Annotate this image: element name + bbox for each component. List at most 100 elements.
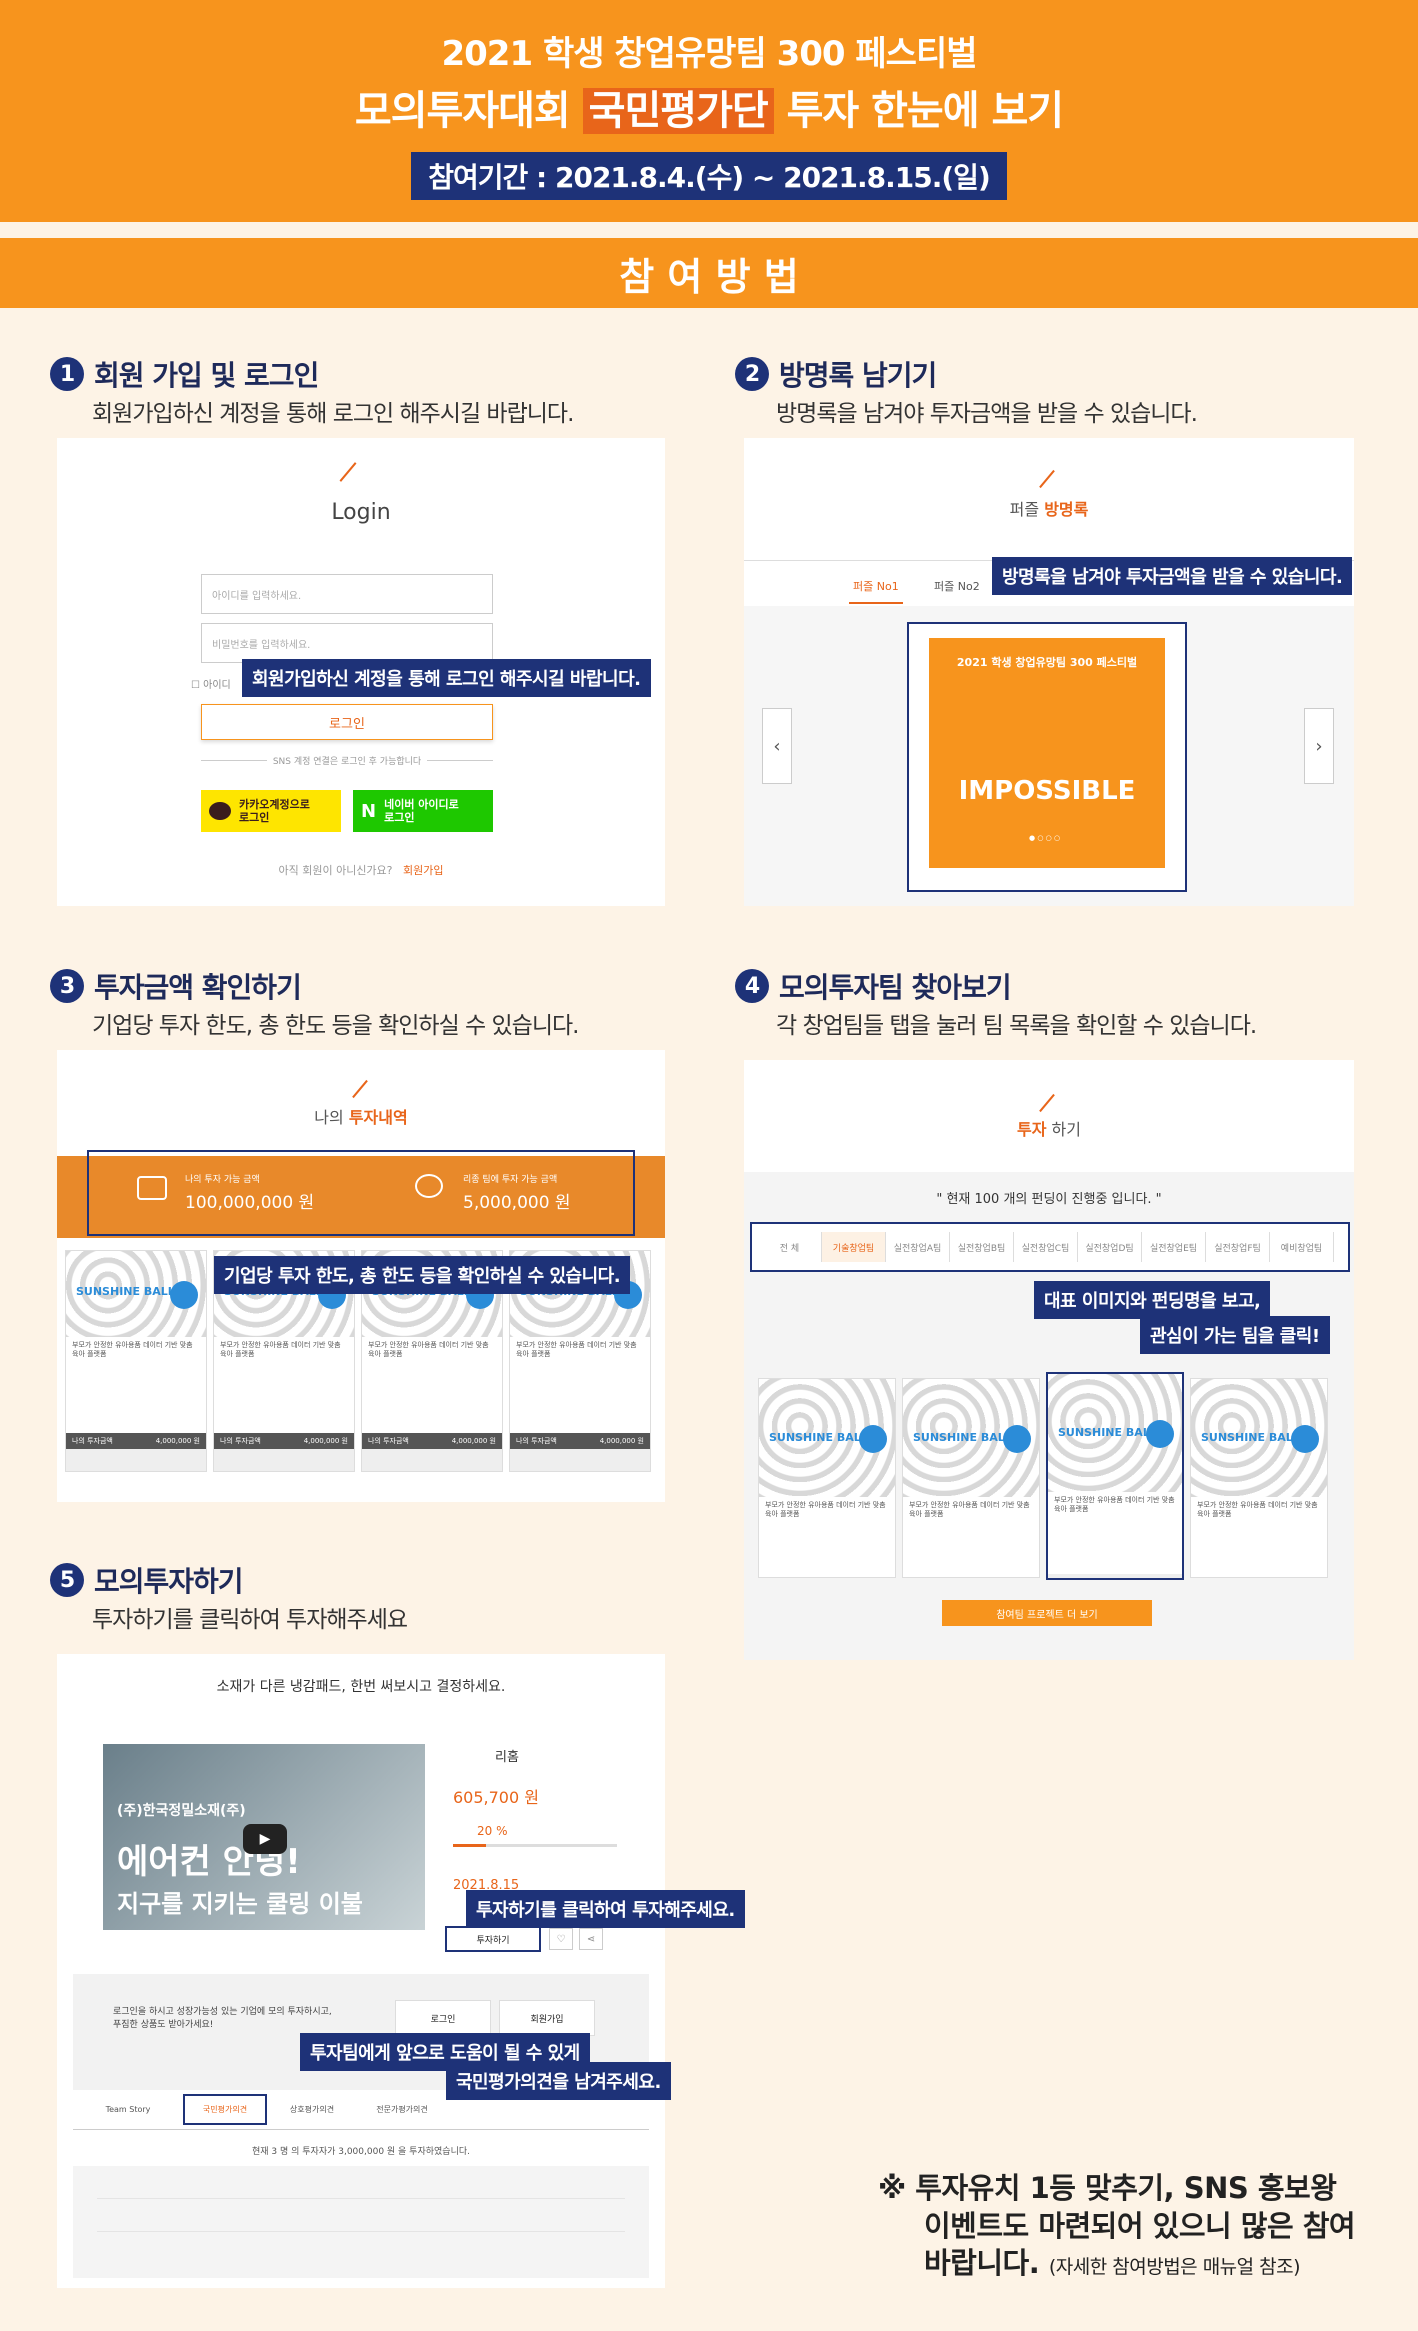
my-invest-label: 나의 투자금액 [72, 1437, 113, 1445]
find-team-title: 투자 하기 [744, 1116, 1354, 1140]
step2-number: 2 [735, 357, 769, 391]
guestbook-title-hl: 방명록 [1044, 500, 1089, 519]
my-invest-label: 나의 투자금액 [220, 1437, 261, 1445]
team-card[interactable]: SUNSHINE BALL 부모가 안정한 유아용품 데이터 기반 맞춤 육아 플… [1046, 1372, 1184, 1580]
team-tab[interactable]: 실전창업F팀 [1206, 1232, 1270, 1262]
step4-callout2: 관심이 가는 팀을 클릭! [1140, 1316, 1330, 1354]
heart-icon[interactable]: ♡ [549, 1928, 573, 1950]
team-tab[interactable]: 실전창업E팀 [1142, 1232, 1206, 1262]
product-image: SUNSHINE BALL [759, 1379, 895, 1497]
team-tab[interactable]: 실전창업B팀 [950, 1232, 1014, 1262]
comment-row [97, 2166, 625, 2199]
invest-button[interactable]: 투자하기 [445, 1926, 541, 1952]
login-small-button[interactable]: 로그인 [395, 2000, 491, 2036]
brand-label: SUNSHINE BALL [1201, 1431, 1300, 1444]
team-tab[interactable]: 기술창업팀 [822, 1232, 886, 1262]
step5-desc: 투자하기를 클릭하여 투자해주세요 [92, 1607, 408, 1633]
team-tab[interactable]: 실전창업C팀 [1014, 1232, 1078, 1262]
naver-label: 네이버 아이디로 로그인 [384, 797, 459, 824]
header-line2-pre: 모의투자대회 [354, 88, 571, 134]
ball-icon [1146, 1420, 1174, 1448]
amount-highlight: 나의 투자 가능 금액 100,000,000 원 리종 팀에 투자 가능 금액… [87, 1150, 635, 1236]
team-card[interactable]: SUNSHINE BALL 부모가 안정한 유아용품 데이터 기반 맞춤 육아 플… [758, 1378, 896, 1578]
step5-title: 모의투자하기 [94, 1565, 244, 1598]
card-text: 부모가 안정한 유아용품 데이터 기반 맞춤 육아 플랫폼 [66, 1337, 206, 1433]
ball-icon [1003, 1425, 1031, 1453]
funding-rate: 20 % [477, 1824, 508, 1838]
method-title: 참 여 방 법 [619, 254, 799, 299]
avail-value: 100,000,000 원 [185, 1193, 315, 1213]
step3-desc: 기업당 투자 한도, 총 한도 등을 확인하실 수 있습니다. [92, 1013, 579, 1039]
kakao-login-button[interactable]: 카카오계정으로 로그인 [201, 790, 341, 832]
card-text: 부모가 안정한 유아용품 데이터 기반 맞춤 육아 플랫폼 [362, 1337, 502, 1433]
step4-title: 모의투자팀 찾아보기 [779, 971, 1012, 1004]
ball-icon [170, 1281, 198, 1309]
my-invest-value: 4,000,000 원 [599, 1437, 644, 1445]
signup-small-button[interactable]: 회원가입 [499, 2000, 595, 2036]
my-invest-bar: 나의 투자금액 4,000,000 원 [66, 1433, 206, 1449]
team-tab[interactable]: 실전창업D팀 [1078, 1232, 1142, 1262]
save-id-checkbox[interactable]: ☐ 아이디 [191, 676, 231, 691]
team-card[interactable]: SUNSHINE BALL 부모가 안정한 유아용품 데이터 기반 맞춤 육아 플… [1190, 1378, 1328, 1578]
team-tab[interactable]: 실전창업A팀 [886, 1232, 950, 1262]
login-button[interactable]: 로그인 [201, 704, 493, 740]
video-company: (주)한국정밀소재(주) [117, 1803, 246, 1819]
history-card[interactable]: SUNSHINE BALL 부모가 안정한 유아용품 데이터 기반 맞춤 육아 플… [65, 1250, 207, 1472]
step4-desc: 각 창업팀들 탭을 눌러 팀 목록을 확인할 수 있습니다. [776, 1013, 1257, 1039]
prev-arrow-button[interactable]: ‹ [762, 708, 792, 784]
card-text: 부모가 안정한 유아용품 데이터 기반 맞춤 육아 플랫폼 [1191, 1497, 1327, 1577]
poster-frame[interactable]: 2021 학생 창업유망팀 300 페스티벌 IMPOSSIBLE ● ○ ○ … [907, 622, 1187, 892]
login-note: 로그인을 하시고 성장가능성 있는 기업에 모의 투자하시고, 푸짐한 상품도 … [113, 2007, 332, 2030]
invest-history-title: 나의 투자내역 [57, 1104, 665, 1128]
not-member-text: 아직 회원이 아니신가요? [278, 864, 393, 877]
play-icon[interactable]: ▶ [243, 1824, 287, 1854]
my-invest-value: 4,000,000 원 [303, 1437, 348, 1445]
next-arrow-button[interactable]: › [1304, 708, 1334, 784]
find-team-panel: 투자 하기 " 현재 100 개의 펀딩이 진행중 입니다. " 전 체 기술창업… [744, 1060, 1354, 1660]
kakao-icon [209, 802, 231, 820]
invest-history-title-hl: 투자내역 [348, 1108, 408, 1127]
comment-row [97, 2232, 625, 2265]
team-card[interactable]: SUNSHINE BALL 부모가 안정한 유아용품 데이터 기반 맞춤 육아 플… [902, 1378, 1040, 1578]
header-banner: 2021 학생 창업유망팀 300 페스티벌 모의투자대회 국민평가단 투자 한… [0, 0, 1418, 222]
tab-team-story[interactable]: Team Story [73, 2105, 183, 2114]
team-tab[interactable]: 예비창업팀 [1270, 1232, 1334, 1262]
invest-history-title-pre: 나의 [314, 1108, 344, 1127]
more-projects-button[interactable]: 참여팀 프로젝트 더 보기 [942, 1600, 1152, 1626]
invest-panel: 소재가 다른 냉감패드, 한번 써보시고 결정하세요. (주)한국정밀소재(주)… [57, 1654, 665, 2288]
step2-callout: 방명록을 남겨야 투자금액을 받을 수 있습니다. [992, 557, 1353, 595]
participation-period: 참여기간 : 2021.8.4.(수) ~ 2021.8.15.(일) [411, 152, 1007, 200]
tab-public-opinion[interactable]: 국민평가의견 [183, 2094, 267, 2125]
step5-heading: 5 모의투자하기 [50, 1560, 244, 1600]
my-invest-label: 나의 투자금액 [516, 1437, 557, 1445]
tab-expert-opinion[interactable]: 전문가평가의견 [357, 2104, 447, 2115]
brand-label: SUNSHINE BALL [1058, 1426, 1157, 1439]
header-highlight: 국민평가단 [582, 88, 774, 134]
brand-label: SUNSHINE BALL [769, 1431, 868, 1444]
card-text: 부모가 안정한 유아용품 데이터 기반 맞춤 육아 플랫폼 [1048, 1492, 1182, 1574]
id-input[interactable]: 아이디를 입력하세요. [201, 574, 493, 614]
poster-image: 2021 학생 창업유망팀 300 페스티벌 IMPOSSIBLE ● ○ ○ … [929, 638, 1165, 868]
share-icon[interactable]: ⋖ [579, 1928, 603, 1950]
guestbook-title-pre: 퍼즐 [1009, 500, 1040, 519]
signup-link[interactable]: 회원가입 [403, 864, 443, 877]
product-image: SUNSHINE BALL [903, 1379, 1039, 1497]
naver-login-button[interactable]: N 네이버 아이디로 로그인 [353, 790, 493, 832]
password-input[interactable]: 비밀번호를 입력하세요. [201, 623, 493, 663]
avail-label: 나의 투자 가능 금액 [185, 1175, 260, 1185]
divider [427, 760, 494, 761]
progress-fill [453, 1844, 486, 1847]
invest-headline: 소재가 다른 냉감패드, 한번 써보시고 결정하세요. [216, 1679, 506, 1695]
slash-icon [352, 1079, 368, 1099]
tab-puzzle-1[interactable]: 퍼즐 No1 [849, 578, 903, 604]
team-tab[interactable]: 전 체 [758, 1232, 822, 1262]
tab-peer-opinion[interactable]: 상호평가의견 [267, 2104, 357, 2115]
tab-puzzle-2[interactable]: 퍼즐 No2 [934, 578, 980, 594]
guestbook-panel: 퍼즐 방명록 퍼즐 No1 퍼즐 No2 ‹ › 2021 학생 창업유망팀 3… [744, 438, 1354, 906]
team-value: 5,000,000 원 [463, 1193, 571, 1213]
my-invest-label: 나의 투자금액 [368, 1437, 409, 1445]
card-text: 부모가 안정한 유아용품 데이터 기반 맞춤 육아 플랫폼 [759, 1497, 895, 1577]
video-thumbnail[interactable]: (주)한국정밀소재(주) 에어컨 안녕! 지구를 지키는 쿨링 이불 ▶ [103, 1744, 425, 1930]
slash-icon [339, 462, 357, 482]
poster-title: 2021 학생 창업유망팀 300 페스티벌 [956, 656, 1138, 669]
